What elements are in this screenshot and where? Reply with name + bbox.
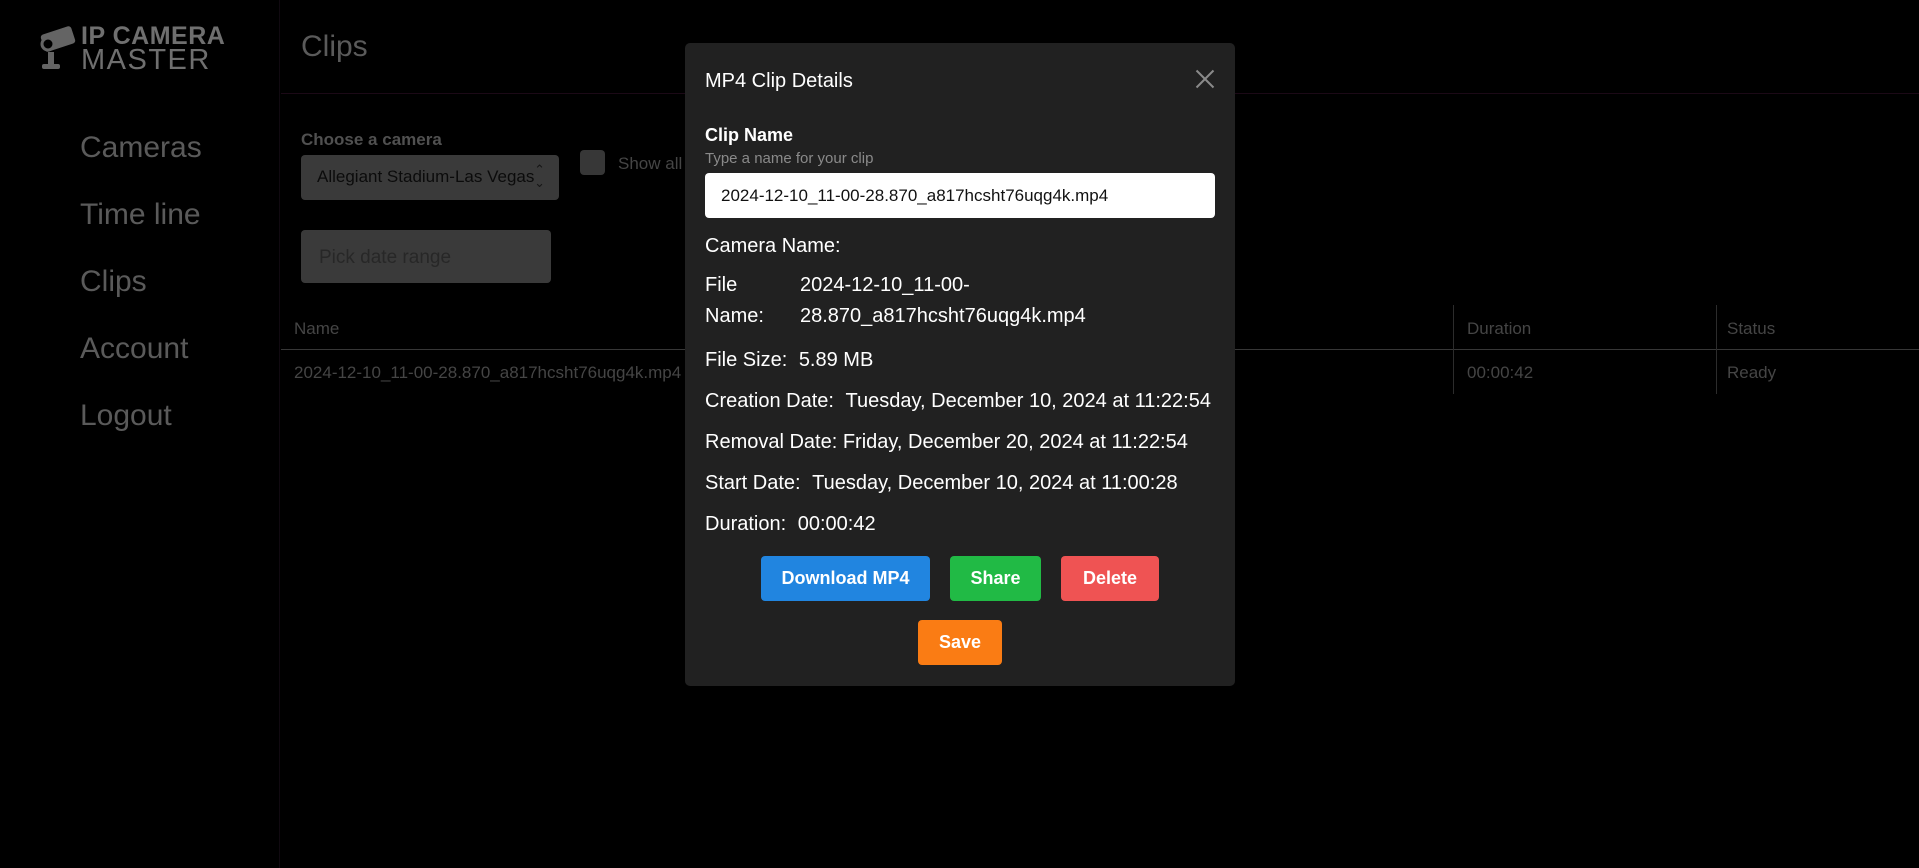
removal-date-label: Removal Date: <box>705 431 838 453</box>
file-size-row: File Size: 5.89 MB <box>705 349 873 372</box>
modal-title: MP4 Clip Details <box>705 70 853 92</box>
duration-label: Duration: <box>705 513 787 535</box>
file-name-value: 2024-12-10_11-00- 28.870_a817hcsht76uqg4… <box>800 270 1100 332</box>
duration-value: 00:00:42 <box>797 513 876 535</box>
clip-name-help: Type a name for your clip <box>705 150 874 167</box>
start-date-row: Start Date: Tuesday, December 10, 2024 a… <box>705 472 1178 495</box>
close-icon[interactable] <box>1195 69 1215 89</box>
clip-name-input[interactable] <box>705 173 1215 218</box>
camera-name-row: Camera Name: <box>705 235 841 258</box>
file-name-label-line-2: Name: <box>705 305 764 327</box>
save-button[interactable]: Save <box>918 620 1002 665</box>
clip-name-label: Clip Name <box>705 125 794 145</box>
start-date-label: Start Date: <box>705 472 801 494</box>
file-name-value-line-1: 2024-12-10_11-00- <box>800 274 970 296</box>
creation-date-label: Creation Date: <box>705 390 834 412</box>
file-size-label: File Size: <box>705 349 788 371</box>
file-name-label-line-1: File <box>705 274 738 296</box>
share-button[interactable]: Share <box>950 556 1041 601</box>
file-name-value-line-2: 28.870_a817hcsht76uqg4k.mp4 <box>800 305 1086 327</box>
download-mp4-button[interactable]: Download MP4 <box>761 556 930 601</box>
delete-button[interactable]: Delete <box>1061 556 1159 601</box>
clip-details-modal: MP4 Clip Details Clip Name Type a name f… <box>685 43 1235 686</box>
camera-name-label: Camera Name: <box>705 235 841 257</box>
duration-row: Duration: 00:00:42 <box>705 513 876 536</box>
removal-date-row: Removal Date: Friday, December 20, 2024 … <box>705 431 1188 454</box>
start-date-value: Tuesday, December 10, 2024 at 11:00:28 <box>812 472 1178 494</box>
creation-date-value: Tuesday, December 10, 2024 at 11:22:54 <box>845 390 1211 412</box>
file-name-label: File Name: <box>705 270 785 332</box>
removal-date-value: Friday, December 20, 2024 at 11:22:54 <box>842 431 1188 453</box>
file-size-value: 5.89 MB <box>798 349 874 371</box>
creation-date-row: Creation Date: Tuesday, December 10, 202… <box>705 390 1211 413</box>
